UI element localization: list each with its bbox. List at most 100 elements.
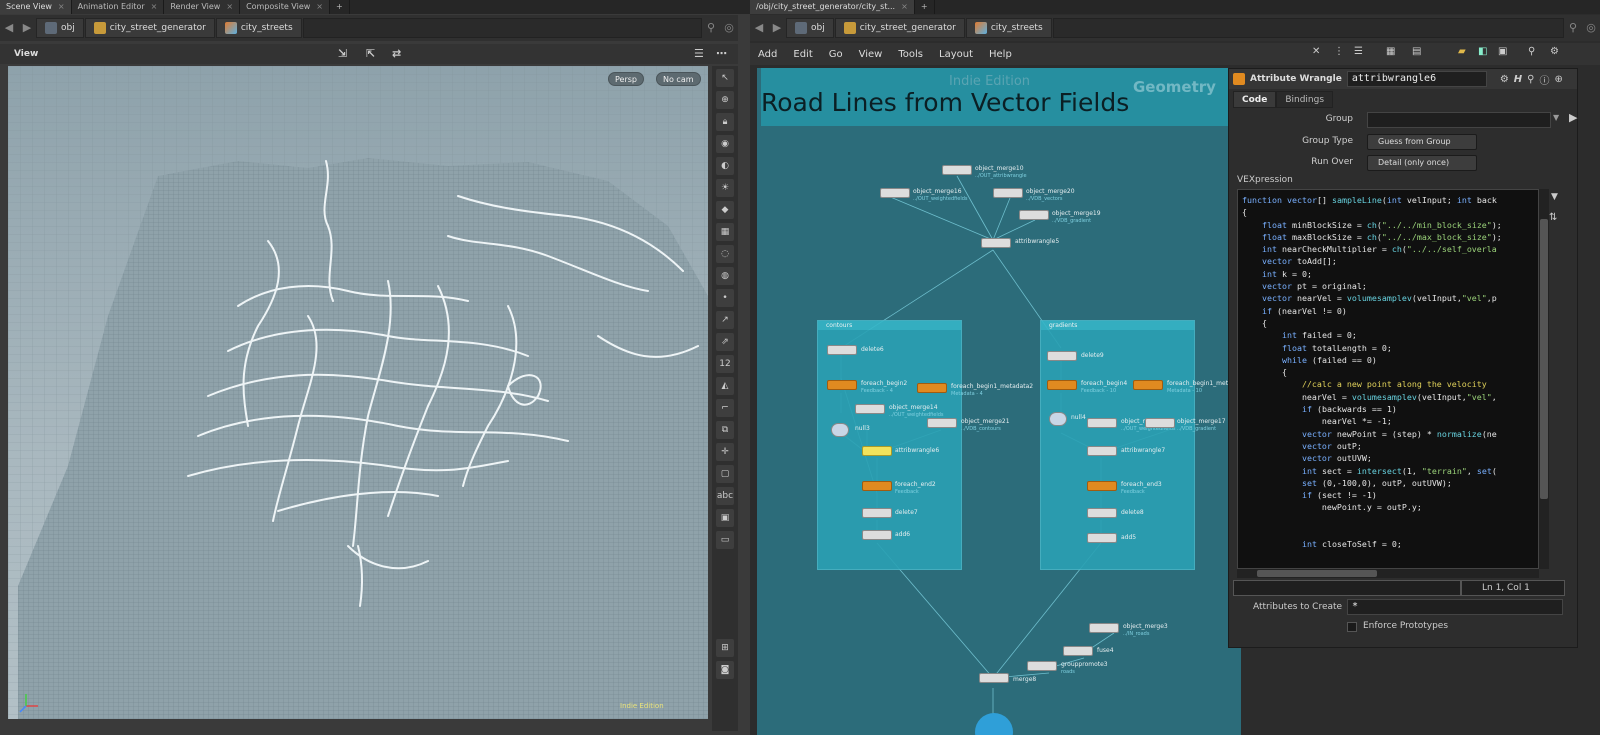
link-icon[interactable]: ◎ xyxy=(1582,19,1600,37)
expand-icon[interactable]: ⊕ xyxy=(1554,74,1562,85)
code-line[interactable]: { xyxy=(1242,317,1534,329)
normals-icon[interactable]: ↗ xyxy=(716,311,734,329)
chevron-down-icon[interactable]: ▼ xyxy=(1553,113,1559,122)
sticky-note-icon[interactable]: ▰ xyxy=(1458,46,1466,57)
select-mode-icon[interactable]: ↖ xyxy=(716,69,734,87)
code-vertical-scrollbar[interactable] xyxy=(1539,189,1549,569)
code-line[interactable]: float maxBlockSize = ch("../../max_block… xyxy=(1242,231,1534,243)
node-object-merge3[interactable] xyxy=(1089,623,1119,633)
group-input[interactable] xyxy=(1367,112,1551,128)
menu-edit[interactable]: Edit xyxy=(785,49,820,60)
marker-icon[interactable]: ◆ xyxy=(716,201,734,219)
pin-icon[interactable]: ⚲ xyxy=(702,19,720,37)
gear-icon[interactable]: ⚙ xyxy=(1550,46,1559,57)
close-icon[interactable]: × xyxy=(316,2,323,11)
breadcrumb-city-street-generator[interactable]: city_street_generator xyxy=(834,18,965,38)
node-object-merge10[interactable] xyxy=(942,165,972,175)
gear-icon[interactable]: ⚙ xyxy=(1500,74,1509,85)
node-object-merge15[interactable] xyxy=(1087,418,1117,428)
tree-icon[interactable]: ⋮ xyxy=(1334,46,1344,57)
3d-viewport[interactable]: Persp No cam Indie Edition xyxy=(8,66,708,719)
snapshot-icon[interactable]: ◙ xyxy=(716,661,734,679)
node-object-merge21[interactable] xyxy=(927,418,957,428)
node-object-merge19[interactable] xyxy=(1019,210,1049,220)
breadcrumb-city-streets[interactable]: city_streets xyxy=(965,18,1052,38)
run-over-dropdown[interactable]: Detail (only once) xyxy=(1367,155,1477,171)
node-foreach-end2[interactable] xyxy=(862,481,892,491)
node-object-merge17[interactable] xyxy=(1145,418,1175,428)
breadcrumb-obj[interactable]: obj xyxy=(786,18,834,38)
menu-go[interactable]: Go xyxy=(821,49,851,60)
code-line[interactable] xyxy=(1242,526,1534,538)
display-icon[interactable]: ▭ xyxy=(716,531,734,549)
network-canvas[interactable]: Road Lines from Vector Fields Geometry I… xyxy=(757,68,1241,735)
code-line[interactable]: //calc a new point along the velocity xyxy=(1242,378,1534,390)
back-arrow-icon[interactable]: ◀ xyxy=(0,19,18,37)
node-merge8[interactable] xyxy=(979,673,1009,683)
tab-bindings[interactable]: Bindings xyxy=(1276,91,1334,108)
node-name-field[interactable]: attribwrangle6 xyxy=(1346,71,1487,87)
close-icon[interactable]: × xyxy=(901,2,908,11)
code-line[interactable]: vector pt = original; xyxy=(1242,280,1534,292)
code-line[interactable]: float totalLength = 0; xyxy=(1242,342,1534,354)
code-line[interactable]: nearVel = volumesamplev(velInput,"vel", xyxy=(1242,391,1534,403)
scrollbar-thumb[interactable] xyxy=(1257,570,1377,577)
camera-dropdown[interactable]: No cam xyxy=(656,72,701,86)
insert-icon[interactable]: ⇅ xyxy=(1549,212,1557,223)
node-null4[interactable] xyxy=(1049,412,1067,426)
menu-icon[interactable]: ⋯ xyxy=(716,47,727,60)
menu-view[interactable]: View xyxy=(851,49,891,60)
close-icon[interactable]: × xyxy=(58,2,65,11)
breadcrumb-obj[interactable]: obj xyxy=(36,18,84,38)
code-line[interactable]: if (backwards == 1) xyxy=(1242,403,1534,415)
code-line[interactable] xyxy=(1242,514,1534,526)
tab-animation-editor[interactable]: Animation Editor × xyxy=(71,0,165,14)
node-foreach-begin1-metadat[interactable] xyxy=(1133,380,1163,390)
select-arrow-icon[interactable]: ▶ xyxy=(1569,111,1577,124)
node-delete9[interactable] xyxy=(1047,351,1077,361)
node-foreach-begin2[interactable] xyxy=(827,380,857,390)
code-line[interactable]: if (sect != -1) xyxy=(1242,489,1534,501)
persp-dropdown[interactable]: Persp xyxy=(608,72,644,86)
path-dropdown[interactable] xyxy=(1052,18,1564,38)
palette-icon[interactable]: ◧ xyxy=(1478,46,1487,57)
code-line[interactable]: float minBlockSize = ch("../../min_block… xyxy=(1242,219,1534,231)
view-menu[interactable]: View xyxy=(14,49,38,59)
node-delete8[interactable] xyxy=(1087,508,1117,518)
background-icon[interactable]: ▣ xyxy=(716,509,734,527)
node-delete7[interactable] xyxy=(862,508,892,518)
node-attribwrangle7[interactable] xyxy=(1087,446,1117,456)
shading-icon[interactable]: ◐ xyxy=(716,157,734,175)
code-line[interactable]: { xyxy=(1242,366,1534,378)
path-dropdown[interactable] xyxy=(302,18,702,38)
node-object-merge16[interactable] xyxy=(880,188,910,198)
node-fuse4[interactable] xyxy=(1063,646,1093,656)
node-attribwrangle5[interactable] xyxy=(981,238,1011,248)
ghost-icon[interactable]: ◌ xyxy=(716,245,734,263)
viewport-layout-icon[interactable]: ⊞ xyxy=(716,639,734,657)
menu-add[interactable]: Add xyxy=(750,49,785,60)
code-line[interactable]: int failed = 0; xyxy=(1242,329,1534,341)
uv-icon[interactable]: ⧉ xyxy=(716,421,734,439)
menu-layout[interactable]: Layout xyxy=(931,49,981,60)
code-line[interactable]: int nearCheckMultiplier = ch("../../self… xyxy=(1242,243,1534,255)
node-grouppromote3[interactable] xyxy=(1027,661,1057,671)
grid-icon[interactable]: ▢ xyxy=(716,465,734,483)
vector-icon[interactable]: ⇗ xyxy=(716,333,734,351)
close-icon[interactable]: × xyxy=(226,2,233,11)
vex-code-editor[interactable]: function vector[] sampleLine(int velInpu… xyxy=(1237,189,1539,569)
snap-icon[interactable]: ⊕ xyxy=(716,91,734,109)
node-null3[interactable] xyxy=(831,423,849,437)
tab-scene-view[interactable]: Scene View × xyxy=(0,0,72,14)
chevron-down-icon[interactable]: ▼ xyxy=(1551,192,1558,202)
info-icon[interactable]: ⓘ xyxy=(1539,72,1549,87)
attributes-input[interactable]: * xyxy=(1347,599,1563,615)
label-icon[interactable]: abc xyxy=(716,487,734,505)
code-line[interactable]: newPoint.y = outP.y; xyxy=(1242,501,1534,513)
code-line[interactable]: int k = 0; xyxy=(1242,268,1534,280)
code-line[interactable]: function vector[] sampleLine(int velInpu… xyxy=(1242,194,1534,206)
display-options-icon[interactable]: ☰ xyxy=(694,47,704,60)
scrollbar-thumb[interactable] xyxy=(1540,219,1548,499)
code-horizontal-scrollbar[interactable] xyxy=(1237,569,1539,578)
wrench-icon[interactable]: ✕ xyxy=(1312,46,1320,57)
